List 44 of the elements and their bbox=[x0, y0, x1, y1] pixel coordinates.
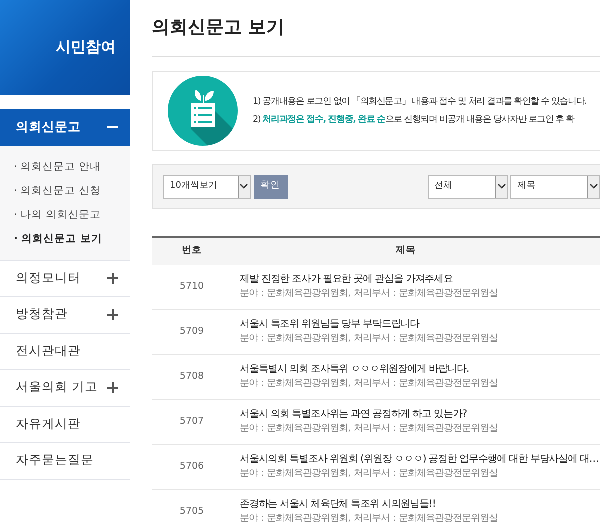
submenu-item[interactable]: · 나의 의회신문고 bbox=[14, 202, 130, 226]
post-number: 5709 bbox=[178, 324, 206, 339]
menu-item[interactable]: 전시관대관 bbox=[0, 334, 130, 370]
submenu-item[interactable]: · 의회신문고 보기 bbox=[14, 226, 130, 250]
select-field[interactable]: 10개씩보기 bbox=[163, 174, 251, 198]
post-title-link[interactable]: 서울특별시 의회 조사특위 ㅇㅇㅇ위원장에게 바랍니다. bbox=[240, 362, 498, 378]
post-meta: 분야 : 문화체육관광위원회, 처리부서 : 문화체육관광전문위원실 bbox=[240, 287, 498, 302]
post-number: 5710 bbox=[178, 280, 206, 294]
menu-item[interactable]: 방청참관 bbox=[0, 297, 130, 334]
menu-item[interactable]: 자유게시판 bbox=[0, 406, 130, 443]
notice-text: 2) 처리과정은 접수, 진행중, 완료 순으로 진행되며 비공개 내용은 당사자만 로그인 후 확 bbox=[253, 114, 576, 127]
submenu-item[interactable]: · 의회신문고 신청 bbox=[14, 178, 130, 202]
column-header: 제목 bbox=[395, 244, 417, 258]
post-number: 5706 bbox=[178, 460, 206, 474]
section-title: 시민참여 bbox=[56, 37, 116, 58]
select-field[interactable]: 전체 bbox=[428, 174, 508, 198]
post-number: 5707 bbox=[178, 414, 206, 429]
post-meta: 분야 : 문화체육관광위원회, 처리부서 : 문화체육관광전문위원실 bbox=[240, 467, 500, 482]
post-number: 5705 bbox=[178, 504, 206, 519]
post-number: 5708 bbox=[178, 370, 206, 384]
menu-item[interactable]: 의회신문고 bbox=[0, 109, 130, 146]
plus-icon bbox=[107, 272, 118, 284]
post-title-link[interactable]: 제발 진정한 조사가 필요한 곳에 관심을 가져주세요 bbox=[240, 272, 498, 288]
post-title-link[interactable]: 서울시 의회 특별조사위는 과연 공정하게 하고 있는가? bbox=[240, 407, 498, 422]
caret-icon bbox=[495, 176, 508, 198]
post-meta: 분야 : 문화체육관광위원회, 처리부서 : 문화체육관광전문위원실 bbox=[240, 377, 498, 392]
post-title-link[interactable]: 서울시 특조위 위원님들 당부 부탁드립니다 bbox=[240, 317, 498, 332]
post-meta: 분야 : 문화체육관광위원회, 처리부서 : 문화체육관광전문위원실 bbox=[240, 332, 498, 346]
select-field[interactable]: 제목 bbox=[510, 174, 600, 198]
post-meta: 분야 : 문화체육관광위원회, 처리부서 : 문화체육관광전문위원실 bbox=[240, 512, 498, 526]
post-meta: 분야 : 문화체육관광위원회, 처리부서 : 문화체육관광전문위원실 bbox=[240, 422, 498, 436]
plus-icon bbox=[107, 382, 118, 394]
page-title: 의회신문고 보기 bbox=[152, 0, 600, 57]
column-header: 번호 bbox=[181, 244, 203, 258]
menu-item[interactable]: 자주묻는질문 bbox=[0, 443, 130, 480]
plus-icon bbox=[107, 309, 118, 320]
post-title-link[interactable]: 존경하는 서울시 체육단체 특조위 시의원님들!! bbox=[240, 497, 498, 512]
menu-item[interactable]: 의정모니터 bbox=[0, 260, 130, 297]
plant-list-icon bbox=[167, 75, 239, 147]
post-title-link[interactable]: 서울시의회 특별조사 위원회 (위원장 ㅇㅇㅇ) 공정한 업무수행에 대한 부당사실에 대… bbox=[240, 452, 599, 468]
menu-item[interactable]: 서울의회 기고 bbox=[0, 370, 130, 406]
submenu-item[interactable]: · 의회신문고 안내 bbox=[14, 154, 130, 178]
notice-text: 1) 공개내용은 로그인 없이 「의회신문고」 내용과 접수 및 처리 결과를 확인할 수 있습니다. bbox=[253, 96, 587, 109]
caret-icon bbox=[238, 176, 250, 198]
